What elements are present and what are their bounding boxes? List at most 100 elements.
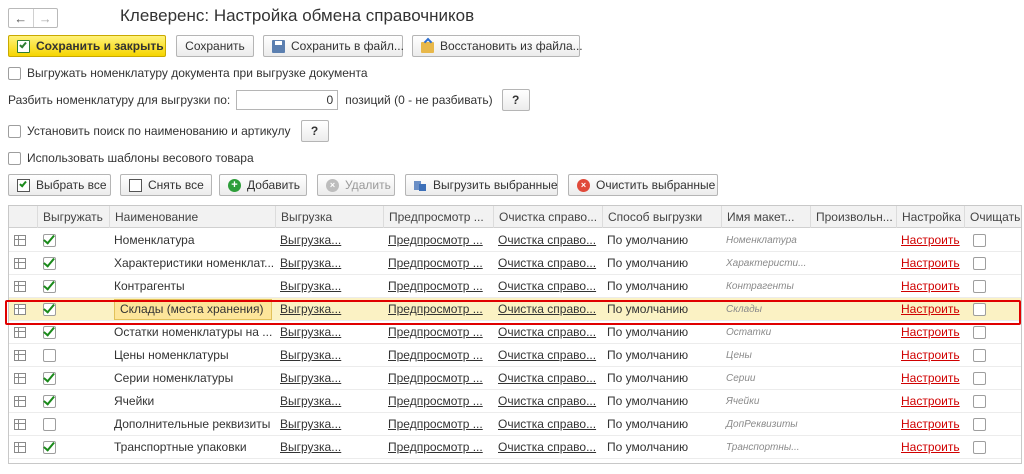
export-checkbox[interactable] (43, 418, 56, 431)
export-link[interactable]: Выгрузка... (275, 413, 383, 436)
template-cell[interactable]: Серии (721, 367, 810, 390)
row-name-cell[interactable]: Цены номенклатуры (109, 344, 275, 367)
export-link[interactable]: Выгрузка... (275, 229, 383, 252)
method-cell[interactable]: По умолчанию (602, 252, 721, 275)
template-cell[interactable]: Транспортны... (721, 436, 810, 459)
row-name-cell[interactable]: Транспортные упаковки (109, 436, 275, 459)
save-file-button[interactable]: Сохранить в файл... (263, 35, 404, 57)
template-cell[interactable]: Номенклатура (721, 229, 810, 252)
preview-link[interactable]: Предпросмотр ... (383, 413, 493, 436)
header-template[interactable]: Имя макет... (721, 206, 810, 228)
split-input[interactable]: 0 (236, 90, 339, 110)
clear-link[interactable]: Очистка справо... (493, 413, 602, 436)
clear-link[interactable]: Очистка справо... (493, 275, 602, 298)
preview-link[interactable]: Предпросмотр ... (383, 344, 493, 367)
export-link[interactable]: Выгрузка... (275, 252, 383, 275)
clearing-checkbox[interactable] (973, 234, 986, 247)
row-name-cell[interactable]: Дополнительные реквизиты (109, 413, 275, 436)
method-cell[interactable]: По умолчанию (602, 275, 721, 298)
row-name-cell[interactable]: Контрагенты (109, 275, 275, 298)
export-nomenclature-option[interactable]: Выгружать номенклатуру документа при выг… (8, 66, 368, 80)
custom-cell[interactable] (810, 229, 896, 252)
header-preview[interactable]: Предпросмотр ... (383, 206, 493, 228)
header-name[interactable]: Наименование (109, 206, 275, 228)
custom-cell[interactable] (810, 413, 896, 436)
custom-cell[interactable] (810, 436, 896, 459)
custom-cell[interactable] (810, 344, 896, 367)
search-help-button[interactable]: ? (300, 120, 329, 142)
setting-link[interactable]: Настроить (896, 367, 964, 390)
custom-cell[interactable] (810, 390, 896, 413)
forward-button[interactable]: → (32, 9, 58, 27)
header-clearing[interactable]: Очищать (964, 206, 1021, 228)
clear-link[interactable]: Очистка справо... (493, 252, 602, 275)
preview-link[interactable]: Предпросмотр ... (383, 390, 493, 413)
header-export[interactable]: Выгрузка (275, 206, 383, 228)
template-cell[interactable]: Характеристи... (721, 252, 810, 275)
export-checkbox[interactable] (43, 439, 56, 454)
unselect-all-button[interactable]: Снять все (120, 174, 212, 196)
export-checkbox[interactable] (43, 278, 56, 293)
setting-link[interactable]: Настроить (896, 252, 964, 275)
table-row[interactable]: Ячейки Выгрузка... Предпросмотр ... Очис… (9, 390, 1021, 413)
clearing-checkbox[interactable] (973, 441, 986, 454)
split-help-button[interactable]: ? (501, 89, 530, 111)
save-button[interactable]: Сохранить (176, 35, 254, 57)
method-cell[interactable]: По умолчанию (602, 367, 721, 390)
header-setting[interactable]: Настройка (896, 206, 964, 228)
preview-link[interactable]: Предпросмотр ... (383, 275, 493, 298)
setting-link[interactable]: Настроить (896, 275, 964, 298)
table-row[interactable]: Транспортные упаковки Выгрузка... Предпр… (9, 436, 1021, 459)
clearing-checkbox[interactable] (973, 395, 986, 408)
method-cell[interactable]: По умолчанию (602, 413, 721, 436)
export-link[interactable]: Выгрузка... (275, 436, 383, 459)
template-cell[interactable]: Контрагенты (721, 275, 810, 298)
select-all-button[interactable]: Выбрать все (8, 174, 111, 196)
add-button[interactable]: + Добавить (219, 174, 307, 196)
weight-templates-option[interactable]: Использовать шаблоны весового товара (8, 151, 254, 165)
save-close-button[interactable]: Сохранить и закрыть (8, 35, 166, 57)
clearing-checkbox[interactable] (973, 326, 986, 339)
export-checkbox[interactable] (43, 255, 56, 270)
clearing-checkbox[interactable] (973, 257, 986, 270)
custom-cell[interactable] (810, 275, 896, 298)
preview-link[interactable]: Предпросмотр ... (383, 252, 493, 275)
clear-link[interactable]: Очистка справо... (493, 229, 602, 252)
header-clear[interactable]: Очистка справо... (493, 206, 602, 228)
back-button[interactable]: ← (9, 9, 33, 27)
template-cell[interactable]: Цены (721, 344, 810, 367)
template-cell[interactable]: ДопРеквизиты (721, 413, 810, 436)
setting-link[interactable]: Настроить (896, 390, 964, 413)
export-selected-button[interactable]: Выгрузить выбранные (405, 174, 558, 196)
header-export-flag[interactable]: Выгружать (37, 206, 109, 228)
export-checkbox[interactable] (43, 393, 56, 408)
preview-link[interactable]: Предпросмотр ... (383, 436, 493, 459)
preview-link[interactable]: Предпросмотр ... (383, 229, 493, 252)
method-cell[interactable]: По умолчанию (602, 344, 721, 367)
export-checkbox[interactable] (43, 349, 56, 362)
row-name-cell[interactable]: Ячейки (109, 390, 275, 413)
custom-cell[interactable] (810, 367, 896, 390)
export-link[interactable]: Выгрузка... (275, 367, 383, 390)
setting-link[interactable]: Настроить (896, 436, 964, 459)
weight-templates-checkbox[interactable] (8, 151, 21, 165)
export-link[interactable]: Выгрузка... (275, 390, 383, 413)
table-row[interactable]: Контрагенты Выгрузка... Предпросмотр ...… (9, 275, 1021, 298)
table-row[interactable]: Номенклатура Выгрузка... Предпросмотр ..… (9, 229, 1021, 252)
table-row[interactable]: Цены номенклатуры Выгрузка... Предпросмо… (9, 344, 1021, 367)
method-cell[interactable]: По умолчанию (602, 390, 721, 413)
method-cell[interactable]: По умолчанию (602, 436, 721, 459)
header-method[interactable]: Способ выгрузки (602, 206, 721, 228)
export-checkbox[interactable] (43, 232, 56, 247)
header-custom[interactable]: Произвольн... (810, 206, 896, 228)
setting-link[interactable]: Настроить (896, 344, 964, 367)
clear-link[interactable]: Очистка справо... (493, 344, 602, 367)
restore-file-button[interactable]: Восстановить из файла... (412, 35, 583, 57)
export-checkbox[interactable] (43, 370, 56, 385)
clearing-checkbox[interactable] (973, 280, 986, 293)
setting-link[interactable]: Настроить (896, 229, 964, 252)
clearing-checkbox[interactable] (973, 418, 986, 431)
preview-link[interactable]: Предпросмотр ... (383, 367, 493, 390)
export-link[interactable]: Выгрузка... (275, 275, 383, 298)
export-nomenclature-checkbox[interactable] (8, 66, 21, 80)
